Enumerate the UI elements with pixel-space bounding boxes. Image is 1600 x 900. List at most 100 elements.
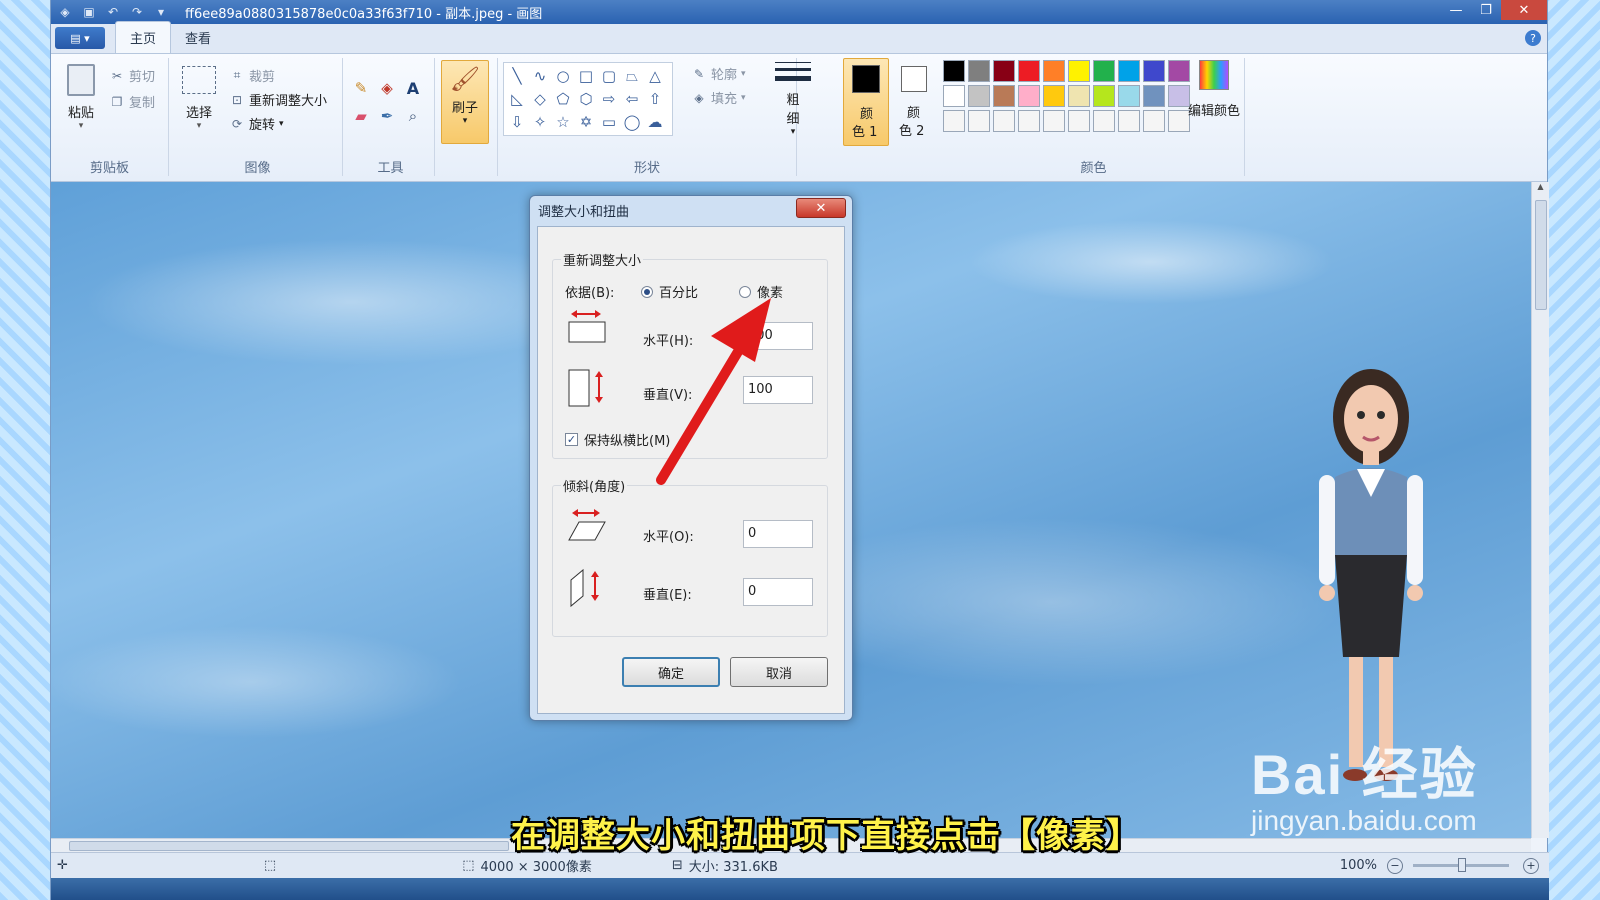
scissors-icon: ✂ bbox=[111, 68, 123, 83]
right-triangle-shape-icon[interactable]: ◺ bbox=[506, 88, 528, 110]
left-arrow-shape-icon[interactable]: ⇦ bbox=[621, 88, 643, 110]
copy-button[interactable]: ❐ 复制 bbox=[109, 92, 155, 112]
line-shape-icon[interactable]: ╲ bbox=[506, 65, 528, 87]
percent-radio[interactable]: 百分比 bbox=[641, 282, 698, 301]
callout-oval-shape-icon[interactable]: ◯ bbox=[621, 111, 643, 133]
pencil-icon[interactable]: ✎ bbox=[353, 79, 369, 97]
close-window-button[interactable]: ✕ bbox=[1501, 0, 1547, 20]
six-point-star-shape-icon[interactable]: ✡ bbox=[575, 111, 597, 133]
file-size: 大小: 331.6KB bbox=[688, 860, 778, 875]
pentagon-shape-icon[interactable]: ⬠ bbox=[552, 88, 574, 110]
ribbon: 粘贴 ▾ ✂ 剪切 ❐ 复制 剪贴板 选择 ▾ ⌗ 裁剪 ⊡ 重新调整大小 ⟳ … bbox=[51, 54, 1547, 182]
callout-rect-shape-icon[interactable]: ▭ bbox=[598, 111, 620, 133]
cancel-button[interactable]: 取消 bbox=[730, 657, 828, 687]
diamond-shape-icon[interactable]: ◇ bbox=[529, 88, 551, 110]
tools-group-label: 工具 bbox=[377, 161, 404, 176]
right-arrow-shape-icon[interactable]: ⇨ bbox=[598, 88, 620, 110]
down-arrow-shape-icon[interactable]: ⇩ bbox=[506, 111, 528, 133]
skew-horizontal-input[interactable]: 0 bbox=[743, 520, 813, 548]
size-label-2: 细 bbox=[786, 112, 800, 127]
five-point-star-shape-icon[interactable]: ☆ bbox=[552, 111, 574, 133]
colors-group: 颜色 bbox=[943, 58, 1245, 176]
fill-button[interactable]: ◈ 填充 ▾ bbox=[691, 88, 745, 108]
resize-button[interactable]: ⊡ 重新调整大小 bbox=[229, 90, 328, 110]
color2-button[interactable]: 颜 色 2 bbox=[893, 58, 939, 146]
select-button[interactable]: 选择 ▾ bbox=[179, 66, 219, 131]
keep-ratio-checkbox[interactable]: ✓ 保持纵横比(M) bbox=[565, 430, 670, 449]
color1-label-a: 颜 bbox=[860, 107, 874, 122]
image-dimensions: 4000 × 3000像素 bbox=[480, 860, 592, 875]
size-label-1: 粗 bbox=[786, 93, 800, 108]
colors-group-label: 颜色 bbox=[1080, 161, 1107, 176]
rotate-icon: ⟳ bbox=[231, 116, 243, 131]
cursor-position-icon: ✛ bbox=[57, 858, 68, 873]
dialog-title: 调整大小和扭曲 bbox=[538, 204, 630, 220]
crop-button[interactable]: ⌗ 裁剪 bbox=[229, 66, 275, 85]
resize-label: 重新调整大小 bbox=[249, 94, 328, 109]
brush-label: 刷子 bbox=[451, 101, 478, 116]
skew-vertical-label: 垂直(E): bbox=[643, 588, 692, 603]
app-menu-button[interactable]: ▤ ▾ bbox=[55, 27, 105, 49]
horizontal-input[interactable]: 100 bbox=[743, 322, 813, 350]
dialog-close-button[interactable]: ✕ bbox=[796, 198, 846, 218]
oval-shape-icon[interactable]: ○ bbox=[552, 65, 574, 87]
curve-shape-icon[interactable]: ∿ bbox=[529, 65, 551, 87]
horizontal-skew-icon bbox=[568, 509, 606, 541]
fill-bucket-icon[interactable]: ◈ bbox=[379, 79, 395, 97]
customize-dropdown-icon[interactable]: ▾ bbox=[153, 4, 169, 20]
text-tool-icon[interactable]: A bbox=[405, 79, 421, 98]
eraser-icon[interactable]: ▰ bbox=[353, 107, 369, 125]
paste-button[interactable]: 粘贴 ▾ bbox=[59, 64, 103, 131]
outline-dropdown-icon: ▾ bbox=[741, 68, 746, 79]
zoom-slider[interactable] bbox=[1413, 858, 1509, 872]
redo-icon[interactable]: ↷ bbox=[129, 4, 145, 20]
up-arrow-shape-icon[interactable]: ⇧ bbox=[644, 88, 666, 110]
zoom-in-button[interactable]: + bbox=[1523, 857, 1539, 874]
brush-button[interactable]: 🖌 刷子 ▾ bbox=[441, 60, 489, 144]
help-icon[interactable]: ? bbox=[1525, 30, 1541, 46]
rotate-button[interactable]: ⟳ 旋转 ▾ bbox=[229, 114, 284, 134]
selection-rect-icon bbox=[182, 66, 216, 94]
selection-size-icon: ⬚ bbox=[263, 858, 277, 873]
outline-button[interactable]: ✎ 轮廓 ▾ bbox=[691, 64, 746, 84]
dialog-title-bar: 调整大小和扭曲 ✕ bbox=[530, 196, 852, 224]
polygon-shape-icon[interactable]: ⏢ bbox=[621, 65, 643, 87]
vertical-input[interactable]: 100 bbox=[743, 376, 813, 404]
skew-section-title: 倾斜(角度) bbox=[561, 476, 628, 495]
size-button[interactable]: 粗 细 ▾ bbox=[771, 60, 815, 137]
rounded-rect-shape-icon[interactable]: ▢ bbox=[598, 65, 620, 87]
scroll-up-icon[interactable]: ▲ bbox=[1532, 182, 1549, 191]
cut-button[interactable]: ✂ 剪切 bbox=[109, 66, 155, 86]
pixels-radio[interactable]: 像素 bbox=[739, 282, 783, 301]
paint-app-icon[interactable]: ◈ bbox=[57, 4, 73, 20]
zoom-slider-thumb[interactable] bbox=[1458, 858, 1466, 872]
undo-icon[interactable]: ↶ bbox=[105, 4, 121, 20]
keep-ratio-label: 保持纵横比(M) bbox=[584, 434, 671, 449]
vertical-scrollbar[interactable]: ▲ bbox=[1531, 182, 1549, 838]
minimize-button[interactable]: — bbox=[1441, 0, 1471, 20]
save-icon[interactable]: ▣ bbox=[81, 4, 97, 20]
resize-skew-dialog: 调整大小和扭曲 ✕ 重新调整大小 依据(B): 百分比 像素 水平(H): 10… bbox=[529, 195, 853, 721]
color1-button[interactable]: 颜 色 1 bbox=[843, 58, 889, 146]
shapes-gallery: ╲ ∿ ○ □ ▢ ⏢ △ ◺ ◇ ⬠ ⬡ ⇨ ⇦ ⇧ ⇩ ✧ ☆ ✡ ▭ ◯ … bbox=[503, 62, 673, 136]
four-point-star-shape-icon[interactable]: ✧ bbox=[529, 111, 551, 133]
magnifier-icon[interactable]: ⌕ bbox=[405, 107, 421, 125]
hexagon-shape-icon[interactable]: ⬡ bbox=[575, 88, 597, 110]
color1-label-b: 色 1 bbox=[852, 125, 878, 140]
color-picker-icon[interactable]: ✒ bbox=[379, 107, 395, 125]
horizontal-scroll-thumb[interactable] bbox=[69, 841, 509, 851]
skew-fieldset: 倾斜(角度) 水平(O): 0 垂直(E): 0 bbox=[552, 476, 828, 637]
tab-view[interactable]: 查看 bbox=[171, 22, 225, 53]
ok-button[interactable]: 确定 bbox=[622, 657, 720, 687]
rectangle-shape-icon[interactable]: □ bbox=[575, 65, 597, 87]
zoom-out-button[interactable]: − bbox=[1387, 857, 1403, 874]
size-dropdown-icon: ▾ bbox=[790, 127, 796, 137]
callout-cloud-shape-icon[interactable]: ☁ bbox=[644, 111, 666, 133]
tab-home[interactable]: 主页 bbox=[115, 21, 172, 53]
horizontal-resize-icon bbox=[568, 310, 606, 343]
maximize-button[interactable]: ❐ bbox=[1471, 0, 1501, 20]
vertical-scroll-thumb[interactable] bbox=[1535, 200, 1547, 310]
paint-window: ◈ ▣ ↶ ↷ ▾ ff6ee89a0880315878e0c0a33f63f7… bbox=[50, 0, 1549, 900]
triangle-shape-icon[interactable]: △ bbox=[644, 65, 666, 87]
skew-vertical-input[interactable]: 0 bbox=[743, 578, 813, 606]
